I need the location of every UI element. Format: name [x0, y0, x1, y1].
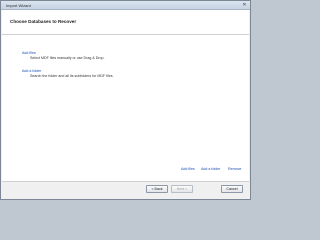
add-files-link[interactable]: Add files	[22, 51, 36, 55]
add-folder-description: Search the folder and all its subfolders…	[30, 74, 114, 78]
add-folder-action-link[interactable]: Add a folder	[201, 167, 220, 171]
back-button[interactable]: < Back	[146, 185, 168, 193]
import-wizard-window: Import Wizard ✕ Choose Databases to Reco…	[0, 0, 251, 200]
wizard-content: Add files Select MDF files manually or u…	[2, 35, 249, 182]
page-title: Choose Databases to Recover	[10, 19, 77, 24]
wizard-header: Choose Databases to Recover	[2, 10, 249, 35]
add-files-action-link[interactable]: Add files	[181, 167, 195, 171]
window-title: Import Wizard	[6, 2, 31, 8]
title-bar: Import Wizard ✕	[1, 1, 250, 10]
next-button[interactable]: Next >	[171, 185, 193, 193]
add-folder-link[interactable]: Add a folder	[22, 69, 41, 73]
cancel-button[interactable]: Cancel	[221, 185, 243, 193]
remove-action-link[interactable]: Remove	[228, 167, 241, 171]
add-files-description: Select MDF files manually or use Drag & …	[30, 56, 105, 60]
close-icon[interactable]: ✕	[242, 2, 247, 8]
